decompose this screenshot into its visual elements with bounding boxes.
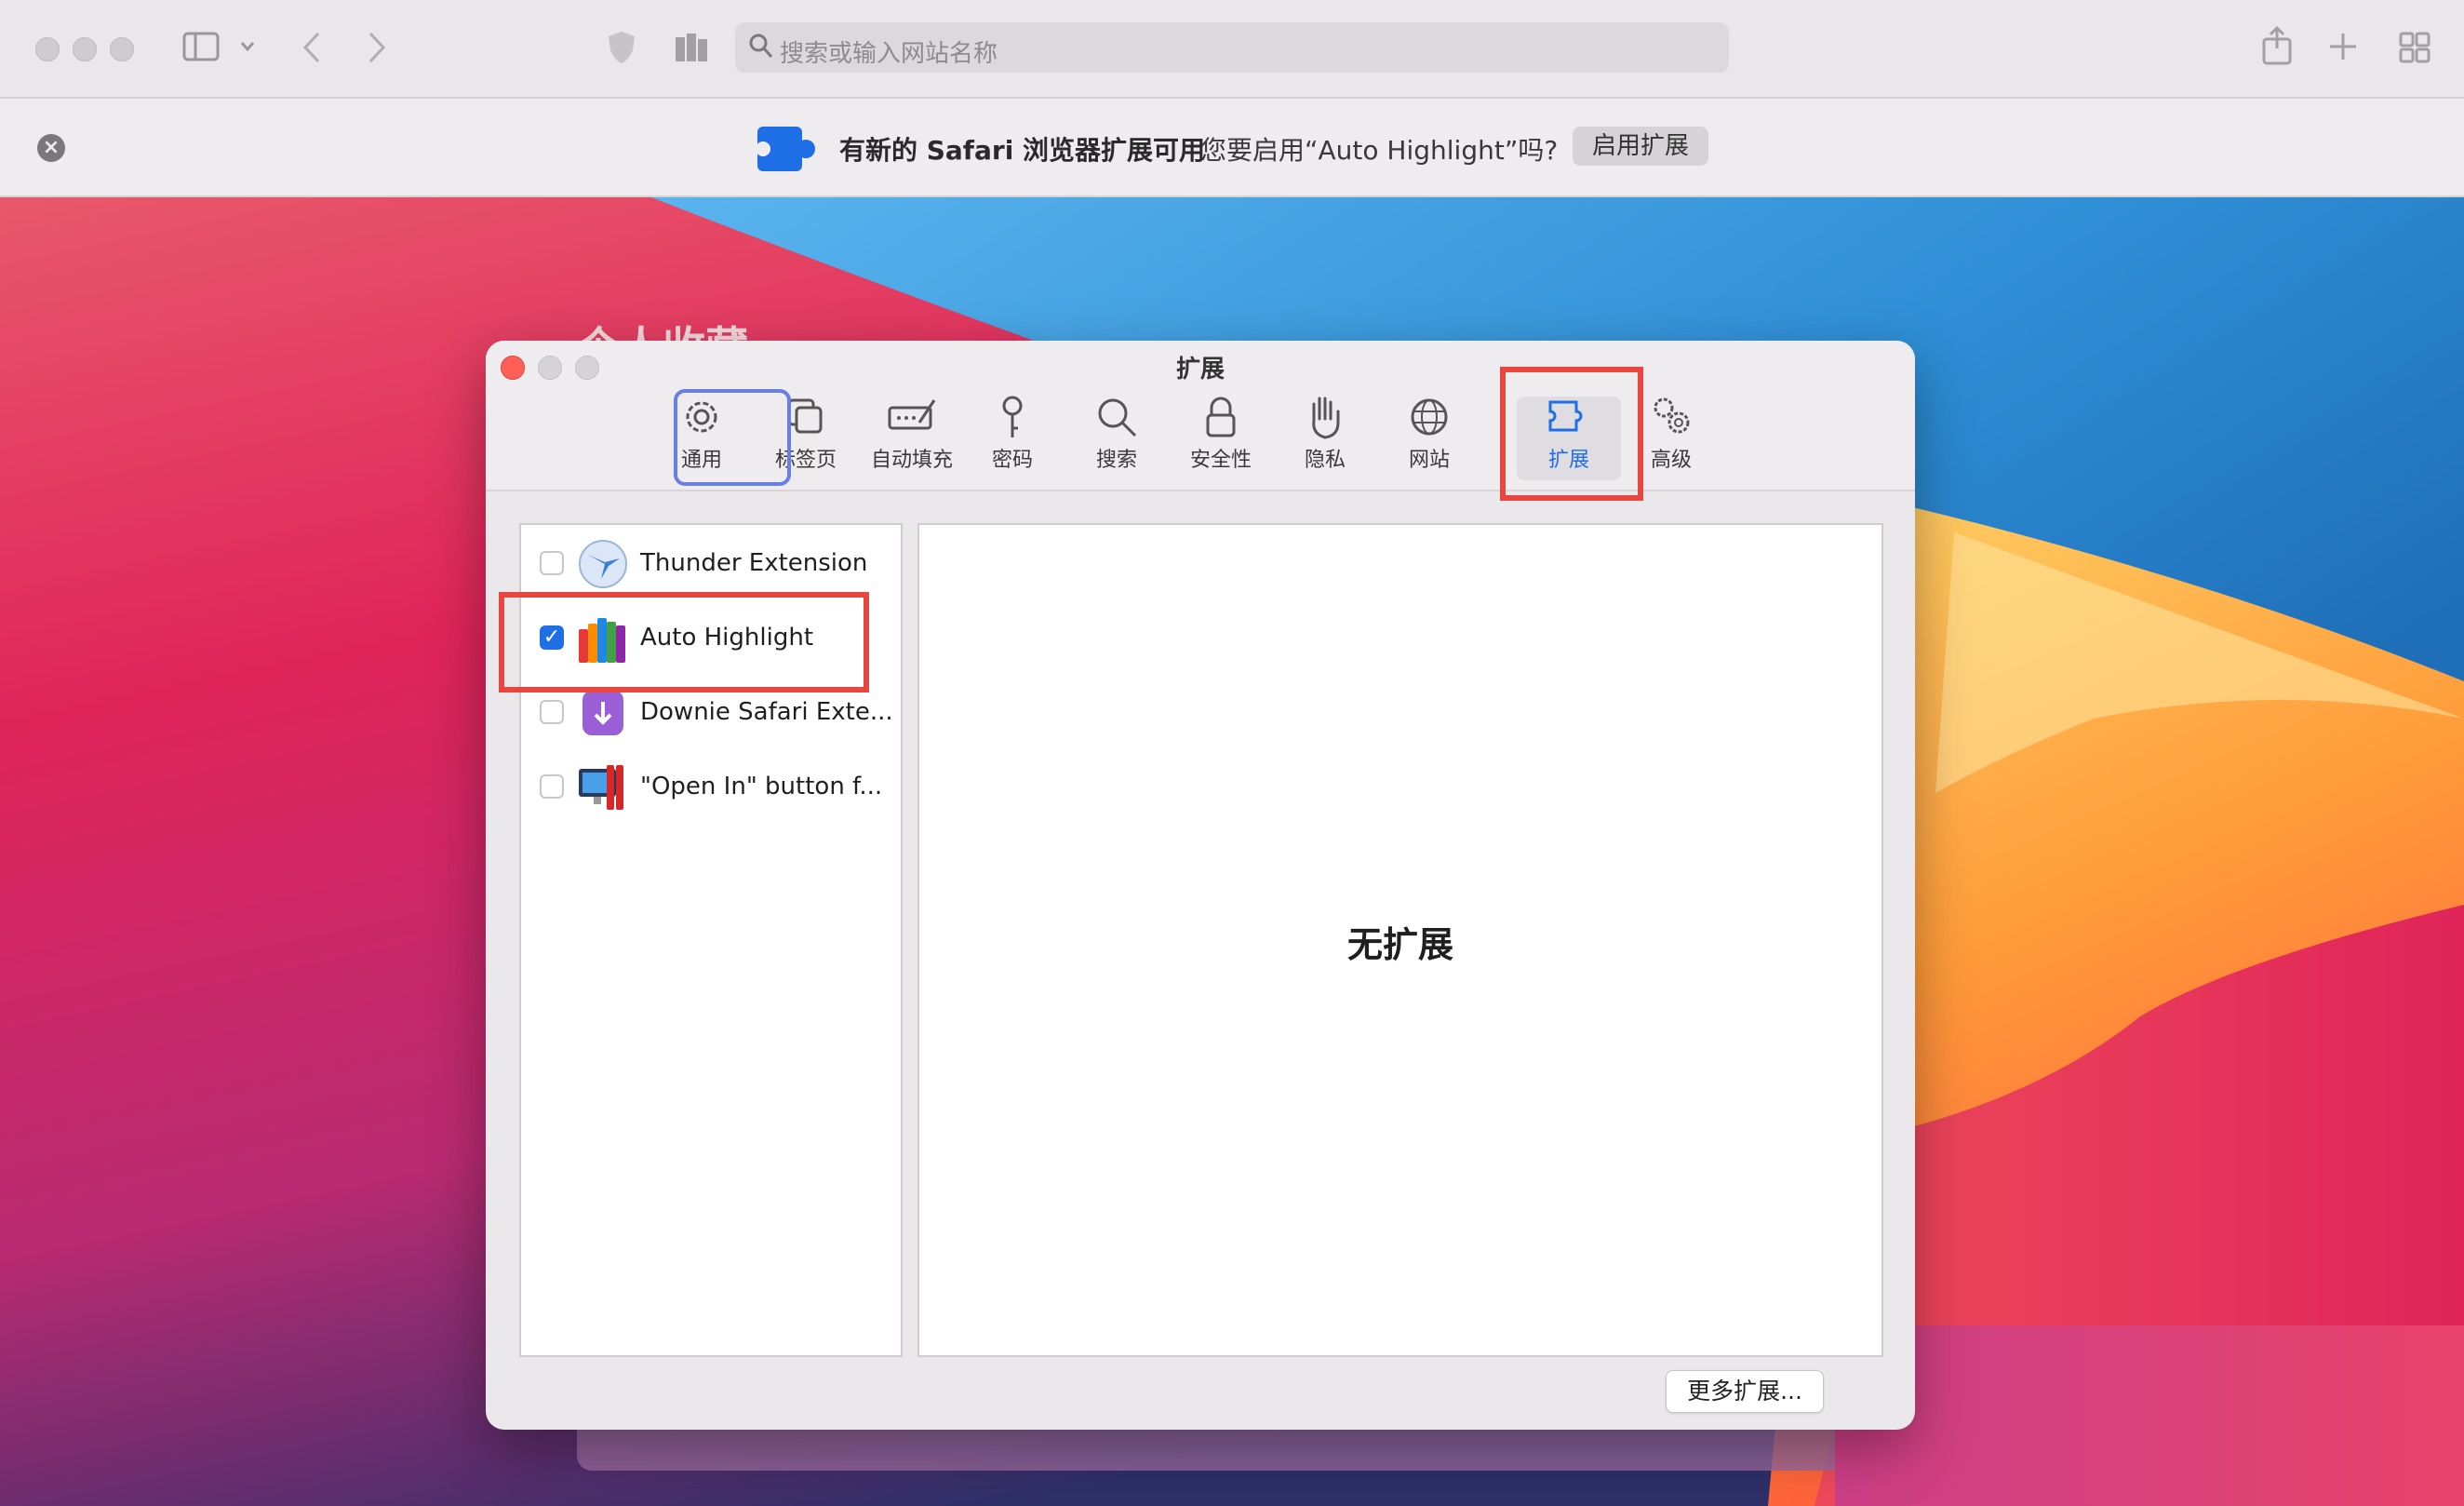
auto-highlight-row-highlight — [499, 592, 869, 692]
empty-state-text: 无扩展 — [1346, 924, 1453, 965]
more-extensions-button[interactable]: 更多扩展... — [1666, 1370, 1824, 1413]
tab-label: 网站 — [1408, 449, 1450, 472]
tab-label: 隐私 — [1304, 449, 1346, 472]
close-icon[interactable]: × — [37, 134, 65, 162]
tab-label: 密码 — [991, 449, 1033, 472]
extension-name: Thunder Extension — [640, 549, 868, 577]
tab-label: 自动填充 — [870, 449, 953, 472]
extension-banner: × 有新的 Safari 浏览器扩展可用 您要启用“Auto Highlight… — [0, 99, 2464, 197]
window-title: 扩展 — [1175, 356, 1225, 383]
forward-icon[interactable] — [367, 32, 387, 63]
url-bar[interactable]: 搜索或输入网站名称 — [735, 22, 1729, 73]
corner-overlay — [1835, 1325, 2464, 1506]
tab-security[interactable]: 安全性 — [1174, 387, 1267, 480]
preferences-window: 扩展 通用 标签页 自动填充 密码 搜索 安全性 隐私 网站 扩展 高级 Thu… — [486, 341, 1915, 1430]
sidebar-icon[interactable] — [182, 32, 220, 61]
tab-websites[interactable]: 网站 — [1383, 387, 1476, 480]
tab-privacy[interactable]: 隐私 — [1279, 387, 1372, 480]
banner-question: 您要启用“Auto Highlight”吗? — [1200, 135, 1559, 166]
browser-toolbar: 搜索或输入网站名称 — [0, 0, 2464, 99]
list-item[interactable]: "Open In" button f... — [521, 750, 901, 825]
window-close-button[interactable] — [35, 37, 60, 61]
enable-extension-button[interactable]: 启用扩展 — [1573, 127, 1708, 166]
thunder-icon — [579, 540, 627, 588]
search-icon — [749, 34, 773, 58]
hand-icon — [1312, 397, 1340, 439]
gears-icon — [1654, 397, 1690, 434]
extension-checkbox[interactable] — [540, 700, 564, 724]
window-minimize-button[interactable] — [73, 37, 97, 61]
url-placeholder: 搜索或输入网站名称 — [780, 40, 998, 68]
globe-icon — [1411, 398, 1448, 436]
tab-passwords[interactable]: 密码 — [966, 387, 1059, 480]
extensions-tab-highlight — [1500, 367, 1643, 501]
new-tab-icon[interactable] — [2328, 32, 2358, 61]
shield-icon[interactable] — [607, 30, 636, 65]
extension-detail-pane: 无扩展 — [917, 523, 1883, 1357]
share-icon[interactable] — [2261, 26, 2293, 65]
search-icon — [1098, 398, 1137, 437]
banner-title: 有新的 Safari 浏览器扩展可用 — [839, 135, 1206, 166]
tab-autofill[interactable]: 自动填充 — [865, 387, 958, 480]
tab-label: 搜索 — [1095, 449, 1137, 472]
autofill-icon — [888, 399, 936, 430]
extension-checkbox[interactable] — [540, 551, 564, 575]
extension-name: Downie Safari Exte... — [640, 698, 893, 726]
open-in-icon — [579, 765, 623, 810]
extension-name: "Open In" button f... — [640, 773, 883, 800]
general-tab-highlight — [674, 389, 791, 486]
extension-checkbox[interactable] — [540, 774, 564, 799]
chevron-down-icon[interactable] — [240, 41, 255, 52]
extensions-toolbar-icon[interactable] — [674, 30, 709, 63]
key-icon — [1002, 396, 1023, 437]
downie-icon — [583, 691, 623, 735]
tab-search[interactable]: 搜索 — [1070, 387, 1163, 480]
back-icon[interactable] — [301, 32, 322, 63]
window-zoom-button[interactable] — [110, 37, 134, 61]
tab-overview-icon[interactable] — [2399, 32, 2431, 63]
list-item[interactable]: Thunder Extension — [521, 527, 901, 601]
lock-icon — [1206, 397, 1236, 437]
puzzle-icon — [756, 127, 815, 171]
tab-label: 安全性 — [1189, 449, 1252, 472]
